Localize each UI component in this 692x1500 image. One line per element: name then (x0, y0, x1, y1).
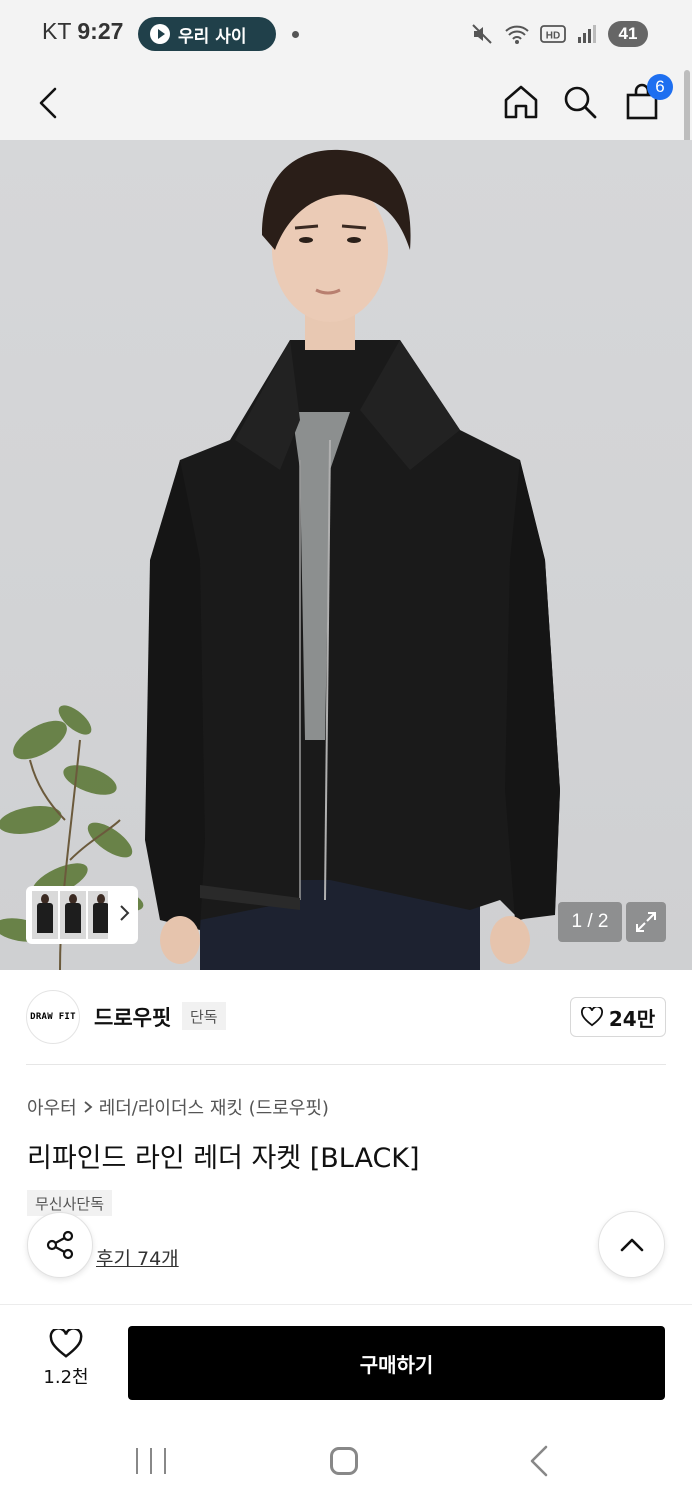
exclusive-tag: 무신사단독 (27, 1190, 113, 1216)
home-nav-button[interactable] (330, 1447, 358, 1475)
app-header: 6 (0, 68, 692, 140)
breadcrumb: 아우터 레더/라이더스 재킷 (드로우핏) (27, 1094, 329, 1120)
recent-apps-icon-bar (150, 1448, 152, 1474)
chevron-left-icon (39, 87, 57, 119)
search-button[interactable] (557, 76, 603, 128)
hd-icon: HD (540, 25, 566, 43)
wifi-icon (505, 25, 529, 44)
cart-count-badge: 6 (647, 74, 673, 100)
heart-icon (49, 1329, 83, 1358)
svg-text:HD: HD (546, 31, 560, 42)
share-icon (46, 1230, 74, 1260)
image-page-indicator: 1 / 2 (558, 902, 622, 942)
search-icon (564, 86, 597, 119)
home-icon (504, 85, 538, 119)
thumbnail-image[interactable] (32, 891, 58, 939)
recent-apps-icon-bar (164, 1448, 166, 1474)
system-nav-bar (0, 1420, 692, 1500)
back-button[interactable] (28, 78, 68, 128)
clock: 9:27 (77, 18, 124, 44)
signal-icon (578, 25, 596, 43)
mute-icon (472, 24, 492, 44)
now-playing-pill[interactable]: 우리 사이 (138, 17, 276, 51)
notification-dot (292, 31, 299, 38)
breadcrumb-item[interactable]: 레더/라이더스 재킷 (드로우핏) (99, 1094, 329, 1120)
breadcrumb-item[interactable]: 아우터 (27, 1094, 77, 1120)
bottom-action-bar: 1.2천 구매하기 (0, 1304, 692, 1420)
fullscreen-button[interactable] (626, 902, 666, 942)
product-title: 리파인드 라인 레더 자켓 [BLACK] (27, 1143, 420, 1174)
play-icon (150, 24, 170, 44)
scroll-to-top-button[interactable] (598, 1211, 665, 1278)
brand-like-button[interactable]: 24만 (570, 997, 666, 1037)
share-button[interactable] (27, 1212, 93, 1278)
brand-exclusive-tag: 단독 (182, 1002, 226, 1030)
system-icons: HD 41 (470, 18, 648, 50)
now-playing-label: 우리 사이 (178, 26, 247, 47)
divider (26, 1064, 666, 1065)
carrier-time: KT 9:27 (42, 18, 123, 45)
battery-indicator: 41 (608, 21, 648, 47)
brand-name[interactable]: 드로우핏 (94, 1002, 171, 1032)
recent-apps-icon (136, 1448, 138, 1474)
favorite-count: 1.2천 (43, 1367, 89, 1388)
favorite-button[interactable]: 1.2천 (30, 1329, 102, 1395)
product-image-gallery[interactable]: 1 / 2 (0, 140, 692, 970)
heart-icon (580, 1007, 603, 1027)
chevron-right-icon (120, 905, 130, 921)
product-photo (0, 149, 560, 970)
buy-button[interactable]: 구매하기 (128, 1326, 665, 1400)
status-bar: KT 9:27 우리 사이 HD 41 (0, 0, 692, 68)
brand-like-count: 24만 (608, 1006, 656, 1031)
scrollbar-thumb[interactable] (684, 70, 690, 146)
recent-apps-button[interactable] (136, 1448, 166, 1474)
thumbnail-image[interactable] (88, 891, 108, 939)
home-button[interactable] (498, 76, 544, 128)
chevron-up-icon (620, 1238, 643, 1251)
thumbnail-image[interactable] (60, 891, 86, 939)
chevron-right-icon (84, 1101, 93, 1113)
cart-button[interactable]: 6 (619, 74, 673, 128)
thumbnail-strip[interactable] (26, 886, 138, 944)
reviews-link[interactable]: 후기 74개 (96, 1244, 179, 1271)
brand-logo[interactable]: DRAW FIT (26, 990, 80, 1044)
back-nav-icon[interactable] (526, 1444, 550, 1478)
expand-icon (636, 912, 656, 932)
brand-row: DRAW FIT 드로우핏 단독 24만 (0, 970, 692, 1066)
carrier-label: KT (42, 18, 71, 44)
